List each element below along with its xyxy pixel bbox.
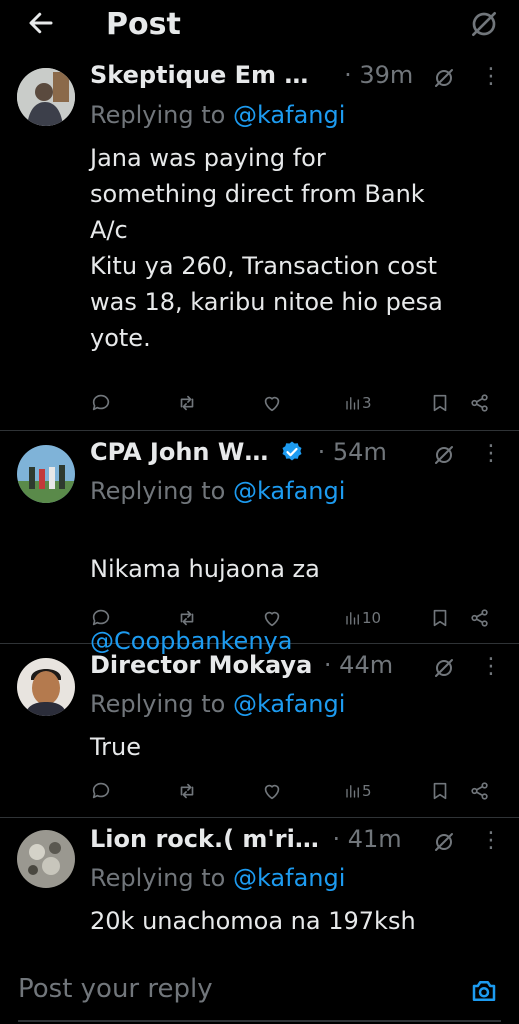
reply-button[interactable] [90, 603, 112, 633]
reply-text: True [90, 733, 141, 761]
page-title: Post [106, 7, 181, 42]
like-button[interactable] [261, 388, 283, 418]
repost-icon [180, 395, 194, 411]
views-count: 3 [362, 394, 372, 412]
share-icon [471, 394, 488, 412]
share-icon [471, 609, 488, 627]
views-icon [346, 397, 359, 410]
comment-icon [92, 394, 110, 411]
replying-to: Replying to @kafangi [90, 864, 346, 892]
reply-button[interactable] [90, 388, 112, 418]
views-button[interactable]: 10 [344, 603, 381, 633]
mentioned-handle[interactable]: @kafangi [233, 690, 345, 718]
timestamp[interactable]: · 39m [344, 61, 413, 89]
more-options-icon[interactable]: ⋮ [480, 826, 502, 856]
more-options-icon[interactable]: ⋮ [480, 652, 502, 682]
repost-icon [180, 610, 194, 626]
timestamp[interactable]: · 54m [318, 438, 387, 466]
reply-text: Jana was paying for something direct fro… [90, 144, 443, 352]
mentioned-handle[interactable]: @kafangi [233, 101, 345, 129]
avatar[interactable] [17, 830, 75, 888]
timestamp[interactable]: · 44m [324, 651, 393, 679]
bookmark-icon [433, 609, 447, 627]
heart-icon [264, 611, 280, 627]
reply-composer: Post your reply [0, 950, 519, 1024]
timestamp[interactable]: · 41m [332, 825, 401, 853]
reply-input[interactable]: Post your reply [18, 974, 213, 1004]
composer-divider [18, 1020, 501, 1022]
action-bar: 10 [0, 603, 519, 633]
grok-icon[interactable] [468, 8, 500, 40]
reply-button[interactable] [90, 776, 112, 806]
grok-icon[interactable] [432, 66, 456, 90]
comment-icon [92, 609, 110, 626]
share-button[interactable] [469, 388, 491, 418]
grok-icon[interactable] [432, 656, 456, 680]
share-button[interactable] [469, 603, 491, 633]
views-icon [346, 612, 359, 625]
replying-to: Replying to @kafangi [90, 690, 346, 718]
bookmark-icon [433, 782, 447, 800]
avatar[interactable] [17, 445, 75, 503]
more-options-icon[interactable]: ⋮ [480, 439, 502, 469]
views-count: 5 [362, 782, 372, 800]
reply-text: 20k unachomoa na 197ksh [90, 907, 416, 935]
reply-item[interactable]: CPA John W… · 54m ⋮ Replying to @kafangi… [0, 431, 519, 655]
replying-to: Replying to @kafangi [90, 477, 346, 505]
bookmark-button[interactable] [429, 776, 451, 806]
grok-icon[interactable] [432, 443, 456, 467]
repost-button[interactable] [176, 388, 198, 418]
back-arrow-icon[interactable] [26, 8, 56, 38]
reply-item[interactable]: Director Mokaya · 44m ⋮ Replying to @kaf… [0, 644, 519, 818]
views-button[interactable]: 5 [344, 776, 372, 806]
replying-to: Replying to @kafangi [90, 101, 346, 129]
share-icon [471, 782, 488, 800]
display-name[interactable]: Director Mokaya [90, 651, 312, 679]
bookmark-button[interactable] [429, 388, 451, 418]
repost-button[interactable] [176, 603, 198, 633]
reply-item[interactable]: Skeptique Em … · 39m ⋮ Replying to @kafa… [0, 60, 519, 431]
views-icon [346, 785, 359, 798]
reply-item[interactable]: Lion rock.( m'ri… · 41m ⋮ Replying to @k… [0, 818, 519, 950]
repost-icon [180, 783, 194, 799]
mentioned-handle[interactable]: @kafangi [233, 864, 345, 892]
share-button[interactable] [469, 776, 491, 806]
repost-button[interactable] [176, 776, 198, 806]
camera-icon[interactable] [468, 976, 500, 1006]
top-bar: Post [0, 0, 519, 60]
avatar[interactable] [17, 68, 75, 126]
heart-icon [264, 784, 280, 800]
views-count: 10 [362, 609, 382, 627]
avatar[interactable] [17, 658, 75, 716]
display-name[interactable]: CPA John W… [90, 438, 268, 466]
verified-badge-icon [282, 441, 302, 461]
display-name[interactable]: Skeptique Em … [90, 61, 308, 89]
bookmark-icon [433, 394, 447, 412]
grok-icon[interactable] [432, 830, 456, 854]
action-bar: 3 [0, 388, 519, 418]
heart-icon [264, 396, 280, 412]
display-name[interactable]: Lion rock.( m'ri… [90, 825, 319, 853]
like-button[interactable] [261, 603, 283, 633]
mentioned-handle[interactable]: @kafangi [233, 477, 345, 505]
views-button[interactable]: 3 [344, 388, 372, 418]
like-button[interactable] [261, 776, 283, 806]
comment-icon [92, 782, 110, 799]
bookmark-button[interactable] [429, 603, 451, 633]
more-options-icon[interactable]: ⋮ [480, 62, 502, 92]
action-bar: 5 [0, 776, 519, 806]
